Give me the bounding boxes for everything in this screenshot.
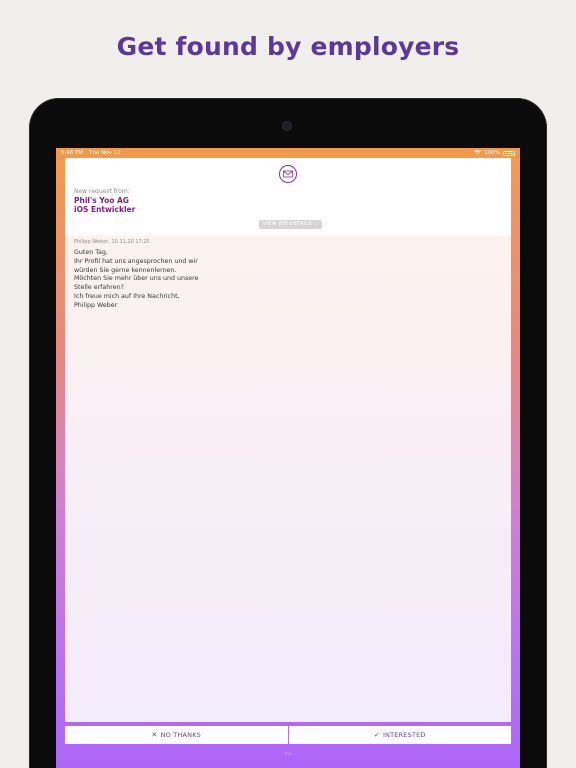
job-position: iOS Entwickler (74, 205, 136, 214)
message-line: würden Sie gerne kennenlernen. (74, 266, 177, 274)
action-bar: ✕ NO THANKS ✓ INTERESTED (65, 726, 511, 744)
battery-icon (503, 150, 515, 156)
message-line: Stelle erfahren? (74, 284, 124, 292)
interested-button[interactable]: ✓ INTERESTED (288, 726, 511, 744)
request-panel: New request from: Phil's Yoo AG iOS Entw… (65, 158, 511, 722)
view-job-details-button[interactable]: VIEW JOB DETAILS ⌄ (259, 220, 322, 229)
app-screen: 5:46 PM Thu Nov 12 100% New request from… (56, 148, 520, 768)
message-body: Guten Tag, Ihr Profil hat uns angesproch… (74, 249, 274, 311)
company-name: Phil's Yoo AG (74, 196, 129, 205)
no-thanks-button[interactable]: ✕ NO THANKS (65, 726, 288, 744)
message-line: Ich freue mich auf Ihre Nachricht, (74, 292, 180, 300)
message-line: Möchten Sie mehr über uns und unsere (74, 275, 199, 283)
message-meta: Philipp Weber, 10.11.20 17:25 (74, 239, 150, 245)
checkmark-icon: ✓ (373, 731, 380, 739)
view-job-details-label: VIEW JOB DETAILS (263, 221, 312, 227)
x-icon: ✕ (151, 731, 158, 739)
envelope-icon (279, 165, 297, 183)
status-bar: 5:46 PM Thu Nov 12 100% (56, 148, 520, 158)
camera-icon (283, 122, 291, 130)
message-line: Ihr Profil hat uns angesprochen und wir (74, 257, 198, 265)
message-line: Guten Tag, (74, 249, 108, 256)
chevron-down-icon: ⌄ (313, 221, 318, 227)
status-time: 5:46 PM (61, 150, 84, 156)
request-label: New request from: (74, 188, 130, 195)
home-hint: Yoo (284, 752, 292, 757)
request-header: New request from: Phil's Yoo AG iOS Entw… (65, 158, 511, 236)
marketing-headline: Get found by employers (116, 32, 460, 61)
ipad-frame: 5:46 PM Thu Nov 12 100% New request from… (29, 98, 547, 768)
no-thanks-label: NO THANKS (160, 731, 201, 739)
message-line: Philipp Weber (74, 301, 118, 309)
wifi-icon (474, 149, 482, 157)
request-company-block: Phil's Yoo AG iOS Entwickler (74, 196, 135, 214)
interested-label: INTERESTED (382, 731, 426, 739)
status-date: Thu Nov 12 (89, 150, 121, 156)
battery-percent: 100% (484, 150, 500, 156)
